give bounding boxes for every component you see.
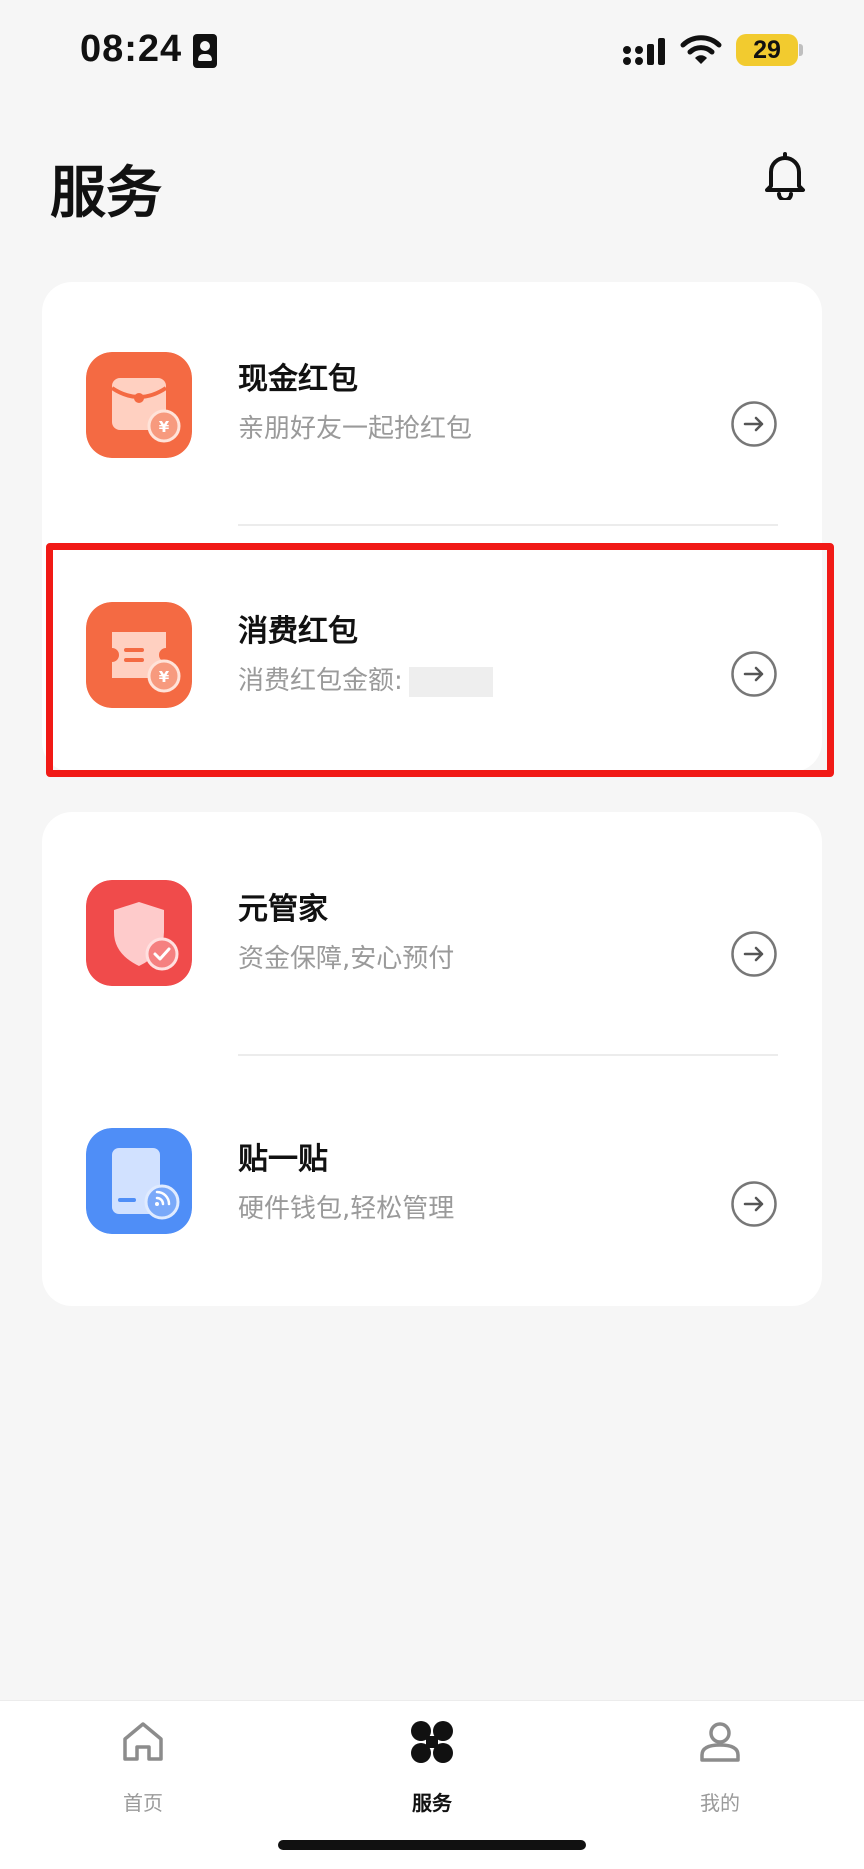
arrow-right-icon[interactable] <box>730 1180 778 1228</box>
battery-level: 29 <box>753 35 781 64</box>
shield-check-icon <box>86 880 192 986</box>
divider <box>238 524 778 526</box>
service-item-yuan-guanjia[interactable]: 元管家 资金保障,安心预付 <box>42 812 822 1062</box>
user-icon <box>700 1722 740 1762</box>
id-card-icon <box>193 34 217 68</box>
red-envelope-icon: ¥ <box>86 352 192 458</box>
wifi-icon <box>680 35 722 64</box>
item-title: 现金红包 <box>238 362 358 397</box>
item-title: 贴一贴 <box>238 1142 328 1177</box>
tab-label: 首页 <box>123 1791 163 1815</box>
status-time: 08:24 <box>80 28 183 70</box>
service-card-tools: 元管家 资金保障,安心预付 贴一贴 硬件钱包,轻松管理 <box>42 812 822 1306</box>
item-subtitle: 资金保障,安心预付 <box>238 944 455 974</box>
arrow-right-icon[interactable] <box>730 930 778 978</box>
service-item-tie-yi-tie[interactable]: 贴一贴 硬件钱包,轻松管理 <box>42 1062 822 1312</box>
home-indicator <box>278 1840 586 1850</box>
item-title: 元管家 <box>238 892 328 927</box>
battery-icon: 29 <box>736 34 798 66</box>
bell-icon[interactable] <box>762 150 808 200</box>
tab-profile[interactable]: 我的 <box>640 1701 800 1841</box>
signal-icon <box>623 38 665 65</box>
tab-home[interactable]: 首页 <box>63 1701 223 1841</box>
arrow-right-icon[interactable] <box>730 400 778 448</box>
tab-label: 服务 <box>412 1791 452 1815</box>
battery-tip <box>799 44 803 56</box>
divider <box>238 1054 778 1056</box>
grid-icon <box>411 1721 453 1763</box>
tab-services[interactable]: 服务 <box>352 1701 512 1841</box>
status-bar: 08:24 29 <box>0 0 864 100</box>
svg-text:¥: ¥ <box>159 418 170 436</box>
item-subtitle: 硬件钱包,轻松管理 <box>238 1194 455 1224</box>
nfc-card-icon <box>86 1128 192 1234</box>
highlight-box <box>46 543 834 777</box>
item-subtitle: 亲朋好友一起抢红包 <box>238 414 473 444</box>
home-icon <box>123 1722 163 1761</box>
tab-label: 我的 <box>700 1791 740 1815</box>
page-title: 服务 <box>50 161 162 226</box>
service-item-cash-red-envelope[interactable]: ¥ 现金红包 亲朋好友一起抢红包 <box>42 282 822 532</box>
